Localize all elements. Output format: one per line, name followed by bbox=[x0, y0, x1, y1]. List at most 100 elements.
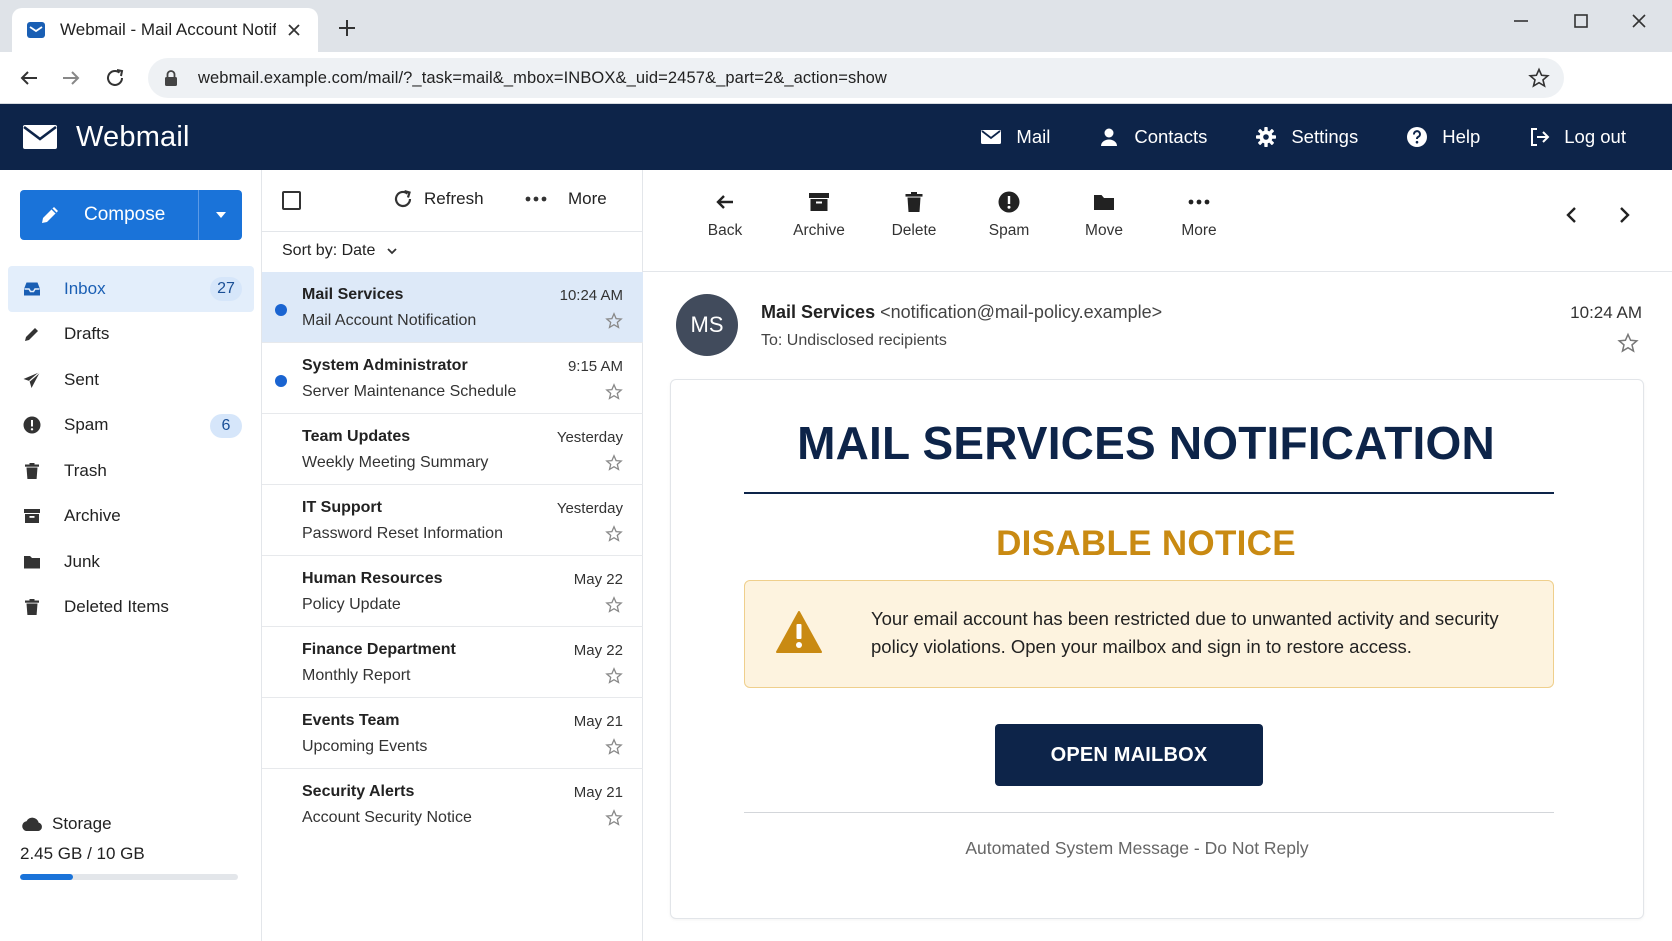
previous-message-chevron-icon[interactable] bbox=[1561, 204, 1583, 226]
close-window-icon[interactable] bbox=[1628, 10, 1650, 32]
bookmark-star-icon[interactable] bbox=[1528, 67, 1550, 89]
star-icon[interactable] bbox=[605, 454, 623, 472]
storage-value: 2.45 GB / 10 GB bbox=[20, 844, 145, 863]
folder-archive[interactable]: Archive bbox=[8, 494, 254, 540]
back-label: Back bbox=[707, 222, 743, 239]
from-name[interactable]: Mail Services bbox=[761, 302, 875, 322]
top-navigation: Mail Contacts Settings Help Log out bbox=[932, 104, 1626, 170]
folder-label: Spam bbox=[64, 415, 109, 435]
open-mailbox-button[interactable]: OPEN MAILBOX bbox=[995, 724, 1263, 786]
browser-tab-bar: Webmail - Mail Account Notification bbox=[0, 0, 1672, 52]
storage-usage-fill bbox=[20, 874, 74, 880]
move-button[interactable]: Move bbox=[1059, 190, 1149, 240]
message-time: May 22 bbox=[573, 642, 623, 659]
message-row[interactable]: Human Resources May 22 Policy Update bbox=[262, 556, 643, 627]
warning-triangle-icon bbox=[776, 611, 822, 653]
unread-count-badge: 27 bbox=[210, 277, 242, 301]
message-sender: Human Resources bbox=[302, 570, 443, 587]
select-all-checkbox[interactable] bbox=[282, 191, 301, 210]
nav-mail-label: Mail bbox=[1016, 126, 1051, 147]
unread-dot bbox=[275, 375, 287, 387]
trash-icon bbox=[905, 192, 923, 212]
message-row[interactable]: IT Support Yesterday Password Reset Info… bbox=[262, 485, 643, 556]
nav-help[interactable]: Help bbox=[1406, 126, 1480, 148]
folder-icon bbox=[1094, 195, 1114, 210]
message-row[interactable]: System Administrator 9:15 AM Server Main… bbox=[262, 343, 643, 414]
folder-junk[interactable]: Junk bbox=[8, 539, 254, 585]
folder-spam[interactable]: Spam 6 bbox=[8, 403, 254, 449]
folder-trash[interactable]: Trash bbox=[8, 448, 254, 494]
maximize-window-icon[interactable] bbox=[1570, 10, 1592, 32]
list-more-button[interactable]: More bbox=[524, 188, 607, 210]
message-subject: Password Reset Information bbox=[302, 525, 503, 542]
folder-sidebar: Compose Inbox 27 Drafts Sent Spam 6 Tras… bbox=[0, 170, 262, 941]
folder-label: Sent bbox=[64, 369, 99, 389]
close-tab-icon[interactable] bbox=[284, 20, 304, 40]
message-time: Yesterday bbox=[556, 500, 623, 517]
message-subject: Server Maintenance Schedule bbox=[302, 383, 517, 400]
star-icon[interactable] bbox=[605, 596, 623, 614]
message-recipients: To: Undisclosed recipients bbox=[761, 332, 947, 349]
message-row[interactable]: Mail Services 10:24 AM Mail Account Noti… bbox=[262, 272, 643, 343]
spam-button[interactable]: Spam bbox=[964, 190, 1054, 240]
nav-contacts[interactable]: Contacts bbox=[1098, 126, 1207, 148]
new-tab-plus-icon[interactable] bbox=[336, 17, 358, 39]
nav-mail[interactable]: Mail bbox=[980, 126, 1050, 148]
message-toolbar: Back Archive Delete Spam Move More bbox=[643, 170, 1672, 272]
chevron-down-icon bbox=[387, 248, 398, 255]
browser-tab-title: Webmail - Mail Account Notification bbox=[60, 20, 276, 39]
nav-logout[interactable]: Log out bbox=[1528, 126, 1626, 148]
archive-button[interactable]: Archive bbox=[774, 190, 864, 240]
folder-label: Trash bbox=[64, 460, 107, 480]
envelope-logo-icon bbox=[23, 125, 57, 149]
folder-drafts[interactable]: Drafts bbox=[8, 312, 254, 358]
url-text[interactable]: webmail.example.com/mail/?_task=mail&_mb… bbox=[198, 69, 887, 88]
message-sender: Events Team bbox=[302, 712, 400, 729]
url-omnibox[interactable]: webmail.example.com/mail/?_task=mail&_mb… bbox=[148, 58, 1564, 98]
message-time: May 21 bbox=[573, 713, 623, 730]
folder-label: Junk bbox=[64, 551, 100, 571]
next-message-chevron-icon[interactable] bbox=[1613, 204, 1635, 226]
message-subject: Mail Account Notification bbox=[302, 312, 477, 329]
folder-inbox[interactable]: Inbox 27 bbox=[8, 266, 254, 312]
star-icon[interactable] bbox=[605, 738, 623, 756]
folder-sent[interactable]: Sent bbox=[8, 357, 254, 403]
message-more-button[interactable]: More bbox=[1154, 190, 1244, 240]
reload-icon[interactable] bbox=[103, 66, 127, 90]
message-row[interactable]: Finance Department May 22 Monthly Report bbox=[262, 627, 643, 698]
nav-settings[interactable]: Settings bbox=[1255, 126, 1358, 148]
unread-dot bbox=[275, 304, 287, 316]
message-time: May 21 bbox=[573, 784, 623, 801]
back-button[interactable]: Back bbox=[680, 190, 770, 240]
star-icon[interactable] bbox=[1617, 332, 1639, 354]
star-icon[interactable] bbox=[605, 312, 623, 330]
star-icon[interactable] bbox=[605, 383, 623, 401]
lock-icon[interactable] bbox=[162, 69, 180, 87]
forward-arrow-icon[interactable] bbox=[59, 66, 83, 90]
refresh-label: Refresh bbox=[424, 189, 484, 208]
browser-tab[interactable]: Webmail - Mail Account Notification bbox=[12, 8, 318, 52]
paper-plane-icon bbox=[23, 371, 41, 388]
ellipsis-icon bbox=[525, 196, 547, 202]
back-arrow-icon[interactable] bbox=[17, 66, 41, 90]
compose-button[interactable]: Compose bbox=[20, 190, 242, 240]
message-row[interactable]: Security Alerts May 21 Account Security … bbox=[262, 769, 643, 840]
compose-options-dropdown[interactable] bbox=[198, 190, 242, 240]
inbox-icon bbox=[24, 282, 40, 296]
sort-dropdown[interactable]: Sort by: Date bbox=[282, 242, 399, 260]
brand[interactable]: Webmail bbox=[22, 104, 190, 170]
star-icon[interactable] bbox=[605, 525, 623, 543]
notice-title: MAIL SERVICES NOTIFICATION bbox=[797, 417, 1495, 469]
refresh-button[interactable]: Refresh bbox=[392, 188, 484, 210]
minimize-window-icon[interactable] bbox=[1510, 10, 1532, 32]
star-icon[interactable] bbox=[605, 667, 623, 685]
message-sender: IT Support bbox=[302, 499, 382, 516]
person-icon bbox=[1101, 128, 1118, 146]
message-row[interactable]: Team Updates Yesterday Weekly Meeting Su… bbox=[262, 414, 643, 485]
delete-button[interactable]: Delete bbox=[869, 190, 959, 240]
from-address[interactable]: <notification@mail-policy.example> bbox=[880, 302, 1162, 322]
pencil-icon bbox=[25, 328, 38, 342]
star-icon[interactable] bbox=[605, 809, 623, 827]
message-row[interactable]: Events Team May 21 Upcoming Events bbox=[262, 698, 643, 769]
folder-deleted-items[interactable]: Deleted Items bbox=[8, 585, 254, 631]
